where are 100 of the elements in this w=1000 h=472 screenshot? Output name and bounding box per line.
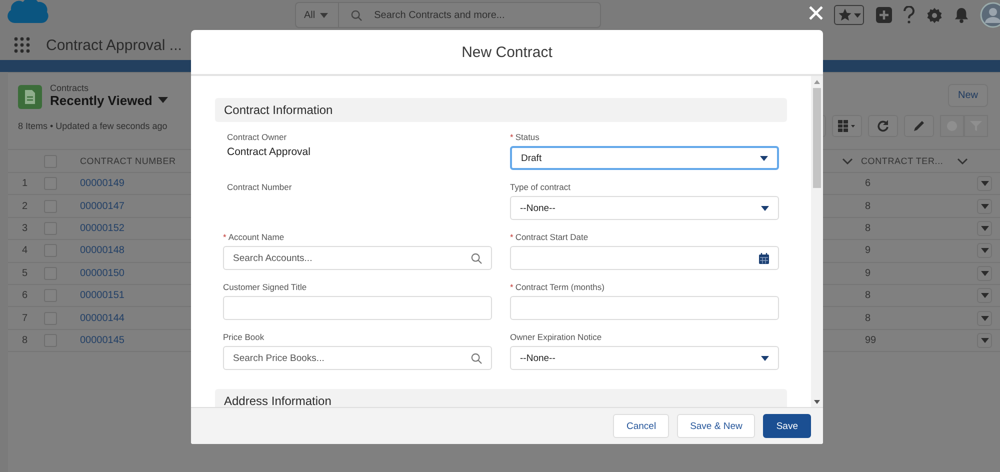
scroll-down-arrow-icon[interactable] xyxy=(814,400,820,404)
chevron-down-icon[interactable] xyxy=(957,158,968,164)
list-view-selector[interactable]: Recently Viewed xyxy=(50,92,168,108)
refresh-icon xyxy=(877,120,889,132)
field-label: Contract Start Date xyxy=(515,232,588,242)
row-actions-button[interactable] xyxy=(977,310,992,326)
settings-icon[interactable] xyxy=(926,6,943,24)
new-button[interactable]: New xyxy=(948,84,988,106)
field-label: Contract Number xyxy=(227,182,292,192)
row-actions-button[interactable] xyxy=(977,332,992,348)
table-cell-text: 8 xyxy=(865,222,872,234)
edit-button[interactable] xyxy=(904,115,934,137)
column-header[interactable]: CONTRACT NUMBER xyxy=(80,156,176,166)
date-field[interactable] xyxy=(510,246,779,270)
table-cell-text: 9 xyxy=(865,268,872,279)
avatar-icon[interactable] xyxy=(980,2,1000,28)
text-field[interactable] xyxy=(223,296,492,320)
scroll-thumb[interactable] xyxy=(813,88,821,188)
calendar-icon[interactable] xyxy=(759,253,769,264)
contract-number-link[interactable]: 00000151 xyxy=(80,290,124,302)
section-header[interactable]: Address Information xyxy=(215,389,787,407)
row-number: 3 xyxy=(21,222,29,234)
field-value: Contract Approval xyxy=(226,146,312,158)
scrollbar[interactable] xyxy=(811,76,823,407)
row-actions-button[interactable] xyxy=(977,288,992,304)
table-cell-text: 9 xyxy=(865,245,872,256)
global-search-field[interactable]: All Search Contracts and more... xyxy=(295,2,601,28)
column-header[interactable]: CONTRACT TER... xyxy=(861,156,957,166)
caret-icon xyxy=(158,97,168,103)
display-menu-button[interactable] xyxy=(832,115,862,137)
scroll-up-arrow-icon[interactable] xyxy=(814,80,820,84)
contract-number-link[interactable]: 00000152 xyxy=(80,222,124,234)
field-label: Contract Owner xyxy=(227,132,287,142)
row-number: 4 xyxy=(21,245,29,256)
required-asterisk: * xyxy=(510,132,514,142)
cloud-logo xyxy=(5,0,51,26)
secondary-button[interactable]: Cancel xyxy=(613,414,670,438)
favorites-button[interactable] xyxy=(834,5,864,25)
caret-icon xyxy=(980,226,988,231)
search-scope-dropdown[interactable]: All xyxy=(296,3,340,27)
caret-icon xyxy=(980,248,988,254)
caret-icon xyxy=(980,293,988,298)
contract-number-link[interactable]: 00000150 xyxy=(80,268,124,279)
refresh-button[interactable] xyxy=(868,115,898,137)
table-cell-text: 8 xyxy=(865,290,872,302)
app-name: Contract Approval ... xyxy=(46,36,182,54)
contract-number-link[interactable]: 00000145 xyxy=(80,334,124,346)
close-icon[interactable] xyxy=(809,6,823,20)
help-icon[interactable] xyxy=(903,6,915,24)
table-icon xyxy=(838,120,856,132)
field-label: Contract Term (months) xyxy=(515,282,604,292)
row-actions-button[interactable] xyxy=(977,198,992,214)
required-asterisk: * xyxy=(223,232,226,242)
picklist-field[interactable]: --None-- xyxy=(510,196,779,220)
caret-icon xyxy=(760,156,768,160)
contract-number-link[interactable]: 00000148 xyxy=(80,245,124,256)
row-number: 7 xyxy=(21,312,29,324)
notification-bell-icon[interactable] xyxy=(954,7,969,23)
row-number: 1 xyxy=(21,178,29,190)
row-actions-button[interactable] xyxy=(977,243,992,258)
caret-icon xyxy=(980,316,988,321)
contract-icon xyxy=(18,85,42,109)
caret-icon xyxy=(761,356,769,360)
row-number: 2 xyxy=(21,200,29,212)
field-label: Owner Expiration Notice xyxy=(510,332,602,342)
required-asterisk: * xyxy=(510,232,514,242)
save-button[interactable]: Save xyxy=(763,414,811,438)
field-label: Customer Signed Title xyxy=(223,282,307,292)
caret-icon xyxy=(320,12,328,18)
pencil-icon xyxy=(913,120,925,132)
lookup-field[interactable]: Search Price Books... xyxy=(223,346,492,370)
required-asterisk: * xyxy=(510,282,514,292)
text-field[interactable] xyxy=(510,296,779,320)
contract-number-link[interactable]: 00000144 xyxy=(80,312,124,324)
contract-number-link[interactable]: 00000149 xyxy=(80,178,124,190)
row-number: 5 xyxy=(21,268,29,279)
picklist-field[interactable]: --None-- xyxy=(510,346,779,370)
contract-number-link[interactable]: 00000147 xyxy=(80,200,124,212)
search-input[interactable]: Search Contracts and more... xyxy=(372,8,600,22)
row-actions-button[interactable] xyxy=(977,220,992,236)
picklist-field[interactable]: Draft xyxy=(510,146,779,170)
lookup-field[interactable]: Search Accounts... xyxy=(223,246,492,270)
chevron-down-icon[interactable] xyxy=(842,158,853,164)
caret-icon xyxy=(761,206,769,210)
app-launcher-icon[interactable] xyxy=(14,37,30,53)
caret-icon xyxy=(980,338,988,343)
search-icon xyxy=(351,10,362,20)
search-icon xyxy=(471,253,482,264)
caret-icon xyxy=(854,12,860,18)
secondary-button[interactable]: Save & New xyxy=(677,414,756,438)
row-actions-button[interactable] xyxy=(977,176,992,192)
field-label: Account Name xyxy=(228,232,284,242)
field-label: Price Book xyxy=(223,332,264,342)
caret-icon xyxy=(980,181,988,186)
table-cell-text: 8 xyxy=(865,200,872,212)
plus-icon[interactable] xyxy=(876,7,892,23)
caret-icon xyxy=(980,270,988,276)
row-number: 6 xyxy=(21,290,29,302)
section-header[interactable]: Contract Information xyxy=(215,98,787,122)
row-actions-button[interactable] xyxy=(977,266,992,281)
